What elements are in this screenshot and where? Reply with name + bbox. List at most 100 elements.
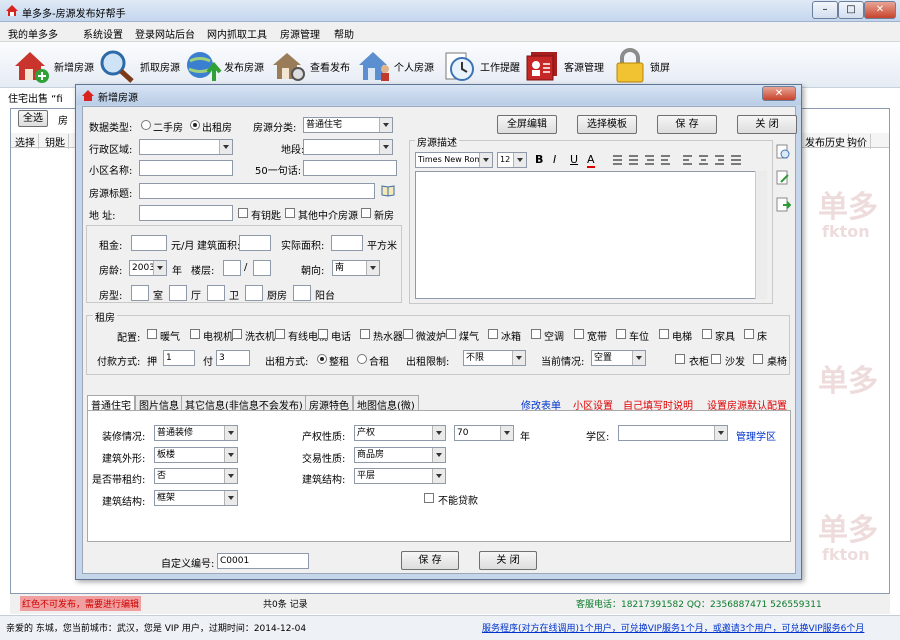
font-name-select[interactable]: Times New Rom [415,152,493,168]
decoration-select[interactable]: 普通装修 [154,425,238,441]
wardrobe-checkbox[interactable] [675,354,685,364]
total-floor-input[interactable] [253,260,271,276]
manage-school-link[interactable]: 管理学区 [736,428,776,443]
font-size-select[interactable]: 12 [497,152,527,168]
no-loan-checkbox[interactable] [424,493,434,503]
school-select[interactable] [618,425,728,441]
doc-edit-icon[interactable] [775,170,791,186]
config-checkbox-14[interactable] [744,329,754,339]
config-checkbox-8[interactable] [488,329,498,339]
menu-listing-manage[interactable]: 房源管理 [280,26,320,41]
tab-residential[interactable]: 普通住宅 [87,395,135,412]
doc-export-icon[interactable] [775,197,791,213]
dialog-close-button[interactable]: ✕ [762,86,796,101]
toolbar-view-publish[interactable]: 查看发布 [270,46,350,84]
toolbar-lock-screen[interactable]: 锁屏 [612,46,678,84]
underline-button[interactable]: U [570,153,578,166]
description-scrollbar[interactable] [755,171,767,299]
menu-help[interactable]: 帮助 [334,26,354,41]
build-select[interactable]: 框架 [154,490,238,506]
choose-template-button[interactable]: 选择模板 [577,115,637,134]
rent-mode-whole-radio[interactable] [317,354,327,364]
listing-title-input[interactable] [139,183,375,199]
config-checkbox-6[interactable] [403,329,413,339]
hall-input[interactable] [169,285,187,301]
category-select[interactable]: 普通住宅 [303,117,393,133]
main-tabs-text[interactable]: 住宅出售 “fi [8,90,63,105]
bath-input[interactable] [207,285,225,301]
table-checkbox[interactable] [753,354,763,364]
close-button[interactable]: ✕ [864,1,896,19]
toolbar-grab-listing[interactable]: 抓取房源 [98,46,182,84]
config-checkbox-4[interactable] [318,329,328,339]
lease-select[interactable]: 否 [154,468,238,484]
status-invite-link[interactable]: 服务程序(对方在线调用)1个用户，可兑换VIP服务1个月，或邀请3个用户，可兑换… [482,621,864,634]
config-checkbox-12[interactable] [659,329,669,339]
column-publish-history[interactable]: 发布历史 [805,134,849,149]
age-select[interactable]: 2003 [129,260,167,276]
structure-select[interactable]: 平层 [354,468,446,484]
config-checkbox-2[interactable] [232,329,242,339]
property-years-select[interactable]: 70 [454,425,514,441]
rent-mode-shared-radio[interactable] [357,354,367,364]
menu-grab-tool[interactable]: 网内抓取工具 [207,26,267,41]
tab-images[interactable]: 图片信息 [135,395,183,412]
trade-select[interactable]: 商品房 [354,447,446,463]
sofa-checkbox[interactable] [711,354,721,364]
book-icon[interactable] [381,184,395,197]
address-input[interactable] [139,205,233,221]
room-input[interactable] [131,285,149,301]
floor-input[interactable] [223,260,241,276]
description-editor[interactable] [415,171,767,299]
minimize-button[interactable]: – [812,1,838,19]
toolbar-client-manage[interactable]: 客源管理 [524,46,608,84]
config-checkbox-10[interactable] [574,329,584,339]
type-radio-secondhand[interactable] [141,120,151,130]
paragraph-tools-icons[interactable] [611,154,761,166]
property-select[interactable]: 产权 [354,425,446,441]
limit-select[interactable]: 不限 [463,350,526,366]
tab-other-info[interactable]: 其它信息(非信息不会发布) [181,395,307,412]
toolbar-work-reminder[interactable]: 工作提醒 [442,46,522,84]
config-checkbox-13[interactable] [702,329,712,339]
direction-select[interactable]: 南 [332,260,380,276]
real-area-input[interactable] [331,235,363,251]
bold-button[interactable]: B [535,153,543,166]
tab-map-info[interactable]: 地图信息(微) [353,395,419,412]
type-radio-rental[interactable] [190,120,200,130]
config-checkbox-0[interactable] [147,329,157,339]
custom-no-input[interactable]: C0001 [217,553,309,569]
font-color-button[interactable]: A [587,153,595,168]
toolbar-personal-listing[interactable]: 个人房源 [356,46,436,84]
new-house-checkbox[interactable] [361,208,371,218]
menu-my[interactable]: 我的单多多 [8,26,58,41]
one-liner-input[interactable] [303,160,397,176]
tab-features[interactable]: 房源特色 [305,395,353,412]
column-key[interactable]: 钥匙 [45,134,69,149]
menu-login-backend[interactable]: 登录网站后台 [135,26,195,41]
pay-input[interactable]: 3 [216,350,250,366]
config-checkbox-1[interactable] [190,329,200,339]
toolbar-add-listing[interactable]: 新增房源 [12,46,94,84]
other-agency-checkbox[interactable] [285,208,295,218]
fullscreen-edit-button[interactable]: 全屏编辑 [497,115,557,134]
maximize-button[interactable]: □ [838,1,864,19]
config-checkbox-5[interactable] [360,329,370,339]
dialog-save-top-button[interactable]: 保 存 [657,115,717,134]
section-select[interactable] [303,139,393,155]
config-checkbox-11[interactable] [616,329,626,339]
config-checkbox-7[interactable] [446,329,456,339]
build-area-input[interactable] [239,235,271,251]
balcony-input[interactable] [293,285,311,301]
district-select[interactable] [139,139,233,155]
select-all-button[interactable]: 全选 [18,110,48,127]
deposit-input[interactable]: 1 [163,350,195,366]
community-input[interactable] [139,160,233,176]
config-checkbox-3[interactable] [275,329,285,339]
has-key-checkbox[interactable] [238,208,248,218]
menu-settings[interactable]: 系统设置 [83,26,123,41]
kitchen-input[interactable] [245,285,263,301]
column-select[interactable]: 选择 [15,134,39,149]
config-checkbox-9[interactable] [531,329,541,339]
italic-button[interactable]: I [553,153,556,166]
